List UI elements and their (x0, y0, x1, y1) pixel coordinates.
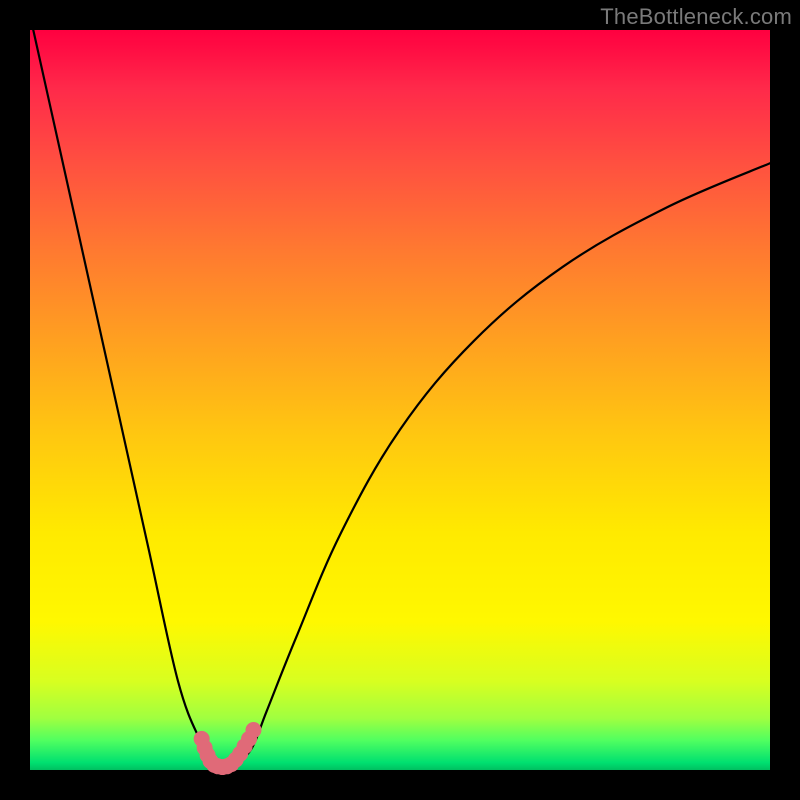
chart-plot-area (30, 30, 770, 770)
bottleneck-curve (30, 15, 770, 767)
chart-svg (30, 30, 770, 770)
watermark-text: TheBottleneck.com (600, 4, 792, 30)
optimal-zone-markers (194, 723, 261, 775)
optimal-marker (246, 723, 261, 738)
